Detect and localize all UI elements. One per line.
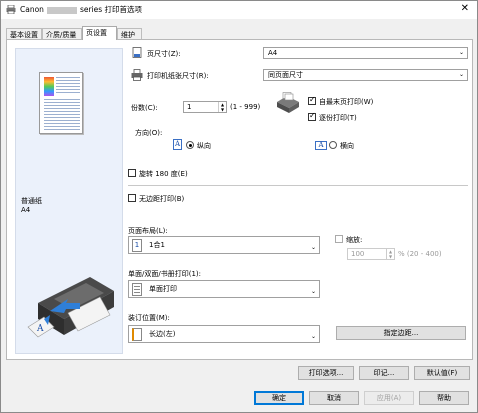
stapling-label: 装订位置(M):	[128, 314, 170, 322]
orientation-label: 方向(O):	[135, 129, 163, 137]
svg-text:A: A	[36, 324, 44, 334]
spin-buttons[interactable]: ▲ ▼	[386, 249, 394, 259]
copies-label: 份数(C):	[131, 104, 158, 112]
media-info: 普通纸 A4	[21, 197, 42, 215]
window-title: Canon series 打印首选项	[20, 4, 142, 15]
dropdown-arrow-icon: ⌄	[310, 244, 316, 251]
stapling-select[interactable]: 长边(左) ⌄	[128, 325, 320, 343]
last-page-first-checkbox[interactable]	[308, 95, 316, 105]
close-icon[interactable]: ✕	[461, 3, 469, 14]
landscape-icon: A	[315, 141, 327, 150]
specify-margin-button[interactable]: 指定边距...	[336, 326, 466, 340]
collate-icon	[277, 92, 299, 113]
scale-value: 100	[351, 250, 365, 258]
portrait-radio[interactable]	[186, 141, 194, 149]
help-button[interactable]: 帮助	[419, 391, 469, 405]
preview-text-lines-2	[44, 99, 80, 132]
landscape-label: 横向	[340, 142, 354, 150]
output-size-label: 打印机纸张尺寸(R):	[147, 72, 209, 80]
title-bar: Canon series 打印首选项 ✕	[1, 1, 477, 19]
duplex-label: 单面/双面/书册打印(1):	[128, 270, 201, 278]
dropdown-arrow-icon: ⌄	[458, 49, 464, 56]
preview-pane: 普通纸 A4 A	[15, 48, 123, 354]
scale-checkbox[interactable]	[335, 235, 343, 243]
page-layout-select[interactable]: 1 1合1 ⌄	[128, 236, 320, 254]
scale-spinner[interactable]: 100 ▲ ▼	[347, 248, 395, 260]
print-options-button[interactable]: 打印选项...	[298, 366, 354, 380]
rotate-180-label: 旋转 180 度(E)	[139, 170, 188, 178]
tab-page-setup[interactable]: 页设置	[82, 26, 117, 40]
layout-1on1-icon: 1	[132, 239, 142, 252]
collate-label: 逐份打印(T)	[319, 114, 357, 122]
print-preferences-window: Canon series 打印首选项 ✕ 基本设置 介质/质量 页设置 维护 普通…	[0, 0, 478, 413]
single-side-icon	[132, 283, 142, 296]
collate-checkbox[interactable]	[308, 111, 316, 121]
page-layout-value: 1合1	[149, 241, 165, 249]
defaults-button[interactable]: 默认值(F)	[414, 366, 470, 380]
cancel-button[interactable]: 取消	[309, 391, 359, 405]
ok-button[interactable]: 确定	[254, 391, 304, 405]
landscape-radio[interactable]	[329, 141, 337, 149]
redacted-model	[46, 6, 77, 14]
portrait-label: 纵向	[197, 142, 211, 150]
page-size-select[interactable]: A4 ⌄	[263, 47, 468, 59]
copies-range: (1 - 999)	[230, 103, 261, 111]
media-type-text: 普通纸	[21, 197, 42, 205]
paper-size-text: A4	[21, 206, 31, 214]
portrait-icon: A	[173, 139, 182, 150]
duplex-select[interactable]: 单面打印 ⌄	[128, 280, 320, 298]
paper-preview	[39, 72, 83, 134]
scale-label: 缩放:	[346, 236, 363, 244]
page-size-label: 页尺寸(Z):	[147, 50, 181, 58]
page-size-icon	[132, 47, 142, 58]
dropdown-arrow-icon: ⌄	[458, 71, 464, 78]
preview-image	[44, 77, 54, 96]
borderless-checkbox[interactable]	[128, 194, 136, 202]
stamp-button[interactable]: 印记...	[359, 366, 409, 380]
stapling-icon	[132, 328, 142, 341]
printer-icon	[6, 5, 16, 14]
copies-spinner[interactable]: 1 ▲ ▼	[183, 101, 227, 113]
title-prefix: Canon	[20, 5, 44, 14]
duplex-value: 单面打印	[149, 285, 177, 293]
dropdown-arrow-icon: ⌄	[310, 288, 316, 295]
page-setup-panel: 普通纸 A4 A 页尺寸(Z): A4 ⌄ 打印机纸张尺寸(R): 同页面尺寸 …	[6, 39, 473, 360]
output-size-select[interactable]: 同页面尺寸 ⌄	[263, 69, 468, 81]
scale-range: % (20 - 400)	[398, 250, 442, 258]
preview-text-lines	[56, 77, 80, 95]
rotate-180-checkbox[interactable]	[128, 169, 136, 177]
stapling-value: 长边(左)	[149, 330, 176, 338]
borderless-label: 无边距打印(B)	[139, 195, 185, 203]
page-size-value: A4	[268, 49, 278, 57]
spin-buttons[interactable]: ▲ ▼	[218, 102, 226, 112]
dropdown-arrow-icon: ⌄	[310, 333, 316, 340]
printer-illustration-icon: A	[27, 277, 114, 338]
title-suffix: series 打印首选项	[79, 5, 143, 14]
output-size-icon	[131, 69, 143, 81]
copies-value: 1	[187, 103, 192, 111]
separator	[128, 185, 468, 186]
last-page-first-label: 自最末页打印(W)	[319, 98, 374, 106]
apply-button[interactable]: 应用(A)	[364, 391, 414, 405]
page-layout-label: 页面布局(L):	[128, 227, 168, 235]
output-size-value: 同页面尺寸	[268, 71, 303, 79]
